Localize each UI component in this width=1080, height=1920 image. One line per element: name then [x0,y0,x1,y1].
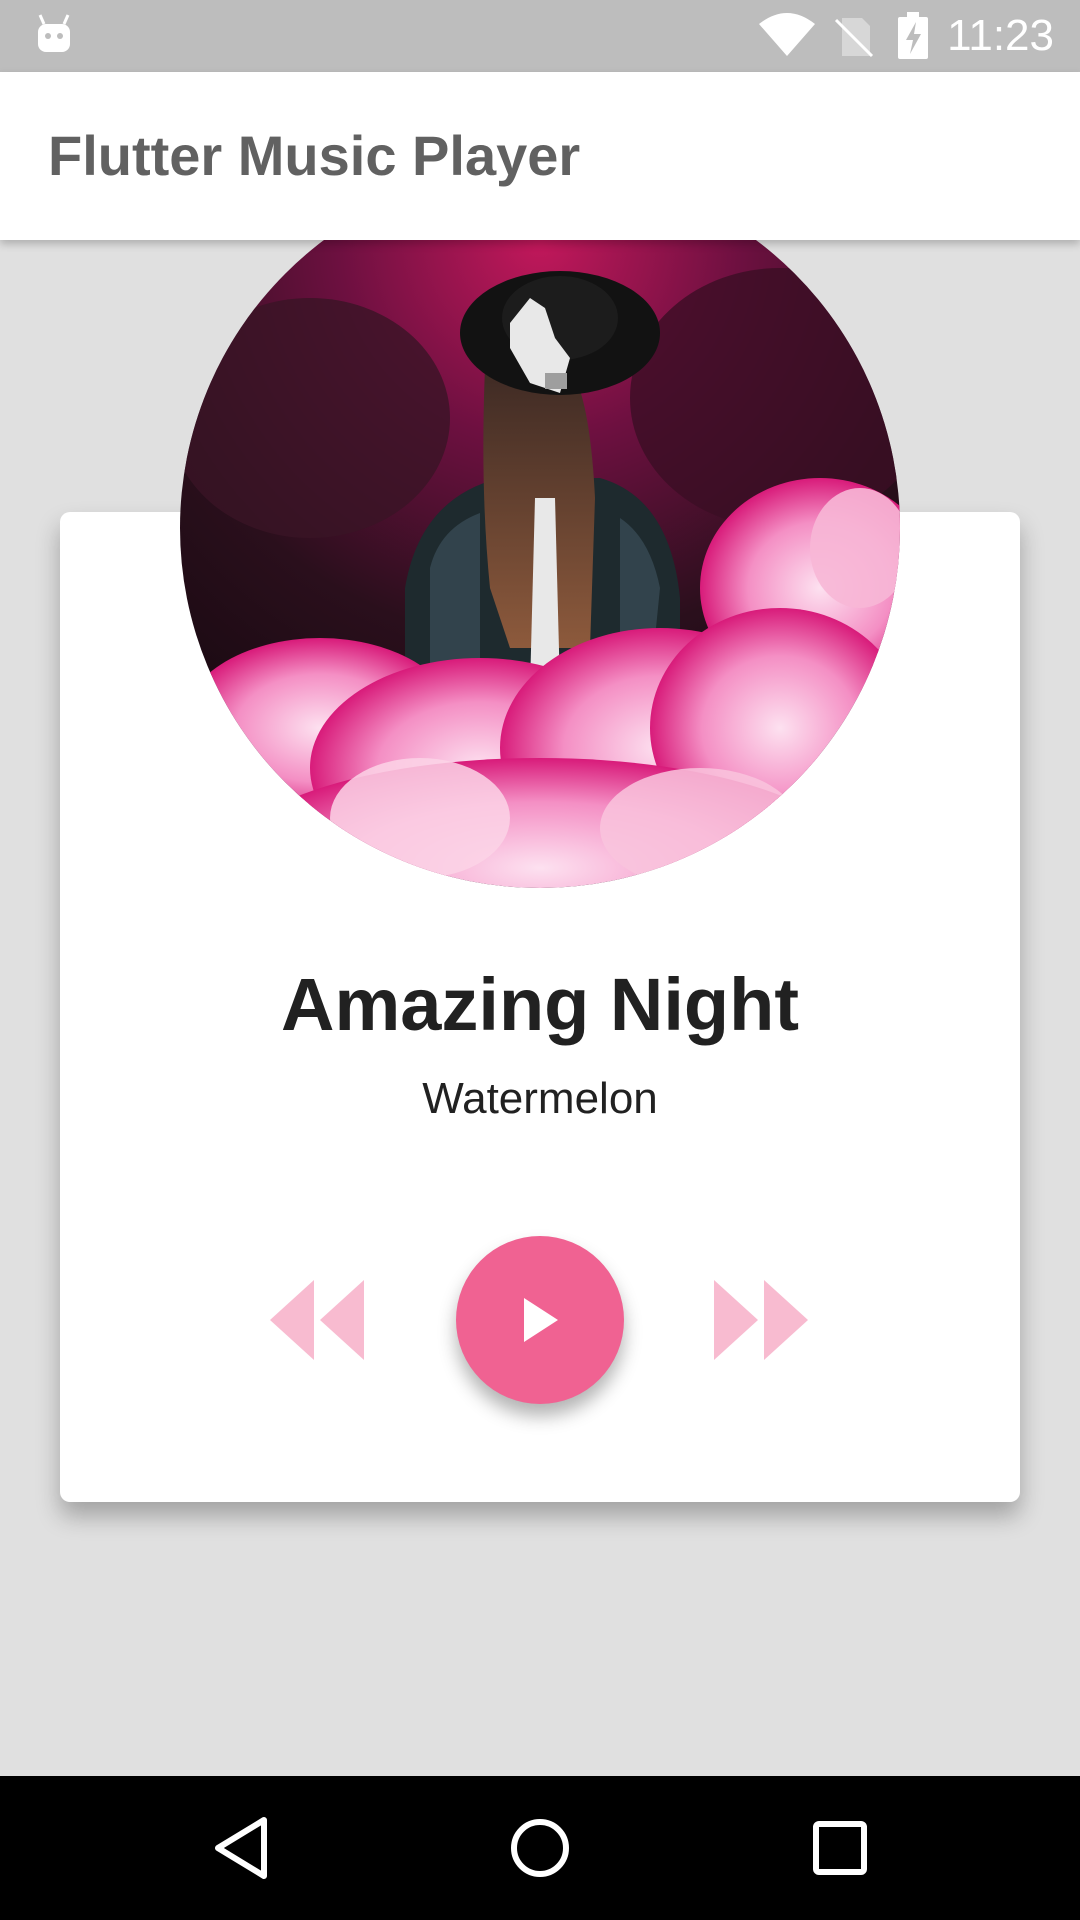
home-icon[interactable] [500,1808,580,1888]
battery-charging-icon [898,12,928,59]
no-sim-icon [834,18,874,58]
artist-name: Watermelon [422,1074,658,1123]
album-art-image [180,168,900,888]
app-bar: Flutter Music Player [0,72,1080,240]
status-bar: 11:23 [0,0,1080,72]
app-title: Flutter Music Player [48,124,581,187]
screen: 11:23 Flutter Music Player Amazing Night… [0,0,1080,1920]
wifi-icon [759,13,815,56]
play-button[interactable] [456,1236,624,1404]
play-icon [524,1298,558,1342]
rewind-button[interactable] [270,1280,366,1360]
fast-forward-button[interactable] [712,1280,808,1360]
back-icon[interactable] [200,1808,280,1888]
navigation-bar [0,1776,1080,1920]
status-clock: 11:23 [947,11,1054,60]
rewind-icon [270,1280,364,1360]
fast-forward-icon [714,1280,808,1360]
recents-icon[interactable] [800,1808,880,1888]
song-title: Amazing Night [281,963,799,1046]
android-icon [38,14,70,52]
